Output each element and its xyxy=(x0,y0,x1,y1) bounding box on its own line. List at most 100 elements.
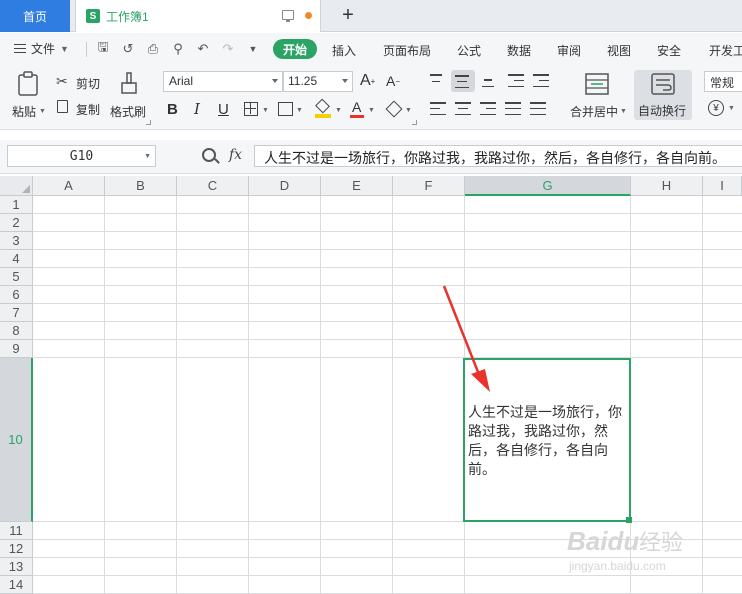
decrease-indent-icon[interactable] xyxy=(508,74,524,87)
chevron-down-icon[interactable]: ▼ xyxy=(335,107,342,114)
merge-center-button[interactable]: 合并居中 ▼ xyxy=(566,71,628,121)
column-header-g[interactable]: G xyxy=(465,176,631,196)
underline-icon[interactable]: U xyxy=(218,100,229,118)
align-middle-button[interactable] xyxy=(451,70,475,92)
cell-style-icon[interactable] xyxy=(278,102,293,116)
print-icon[interactable]: ⎙ xyxy=(145,41,161,57)
eraser-icon[interactable] xyxy=(385,100,403,118)
function-icon[interactable]: fx xyxy=(229,147,242,163)
number-format-select[interactable]: 常规 xyxy=(704,71,742,92)
row-header-1[interactable]: 1 xyxy=(0,196,33,214)
file-menu-button[interactable]: 文件 ▼ xyxy=(14,40,69,57)
chevron-down-icon xyxy=(272,79,278,83)
align-middle-icon xyxy=(455,75,471,88)
tab-view[interactable]: 视图 xyxy=(607,42,631,59)
name-box[interactable]: G10 ▼ xyxy=(7,145,156,167)
font-color-icon[interactable]: A xyxy=(350,99,364,119)
fill-color-icon[interactable] xyxy=(315,98,331,118)
align-left-icon[interactable] xyxy=(430,102,446,115)
chevron-down-icon[interactable]: ▼ xyxy=(262,107,269,114)
align-bottom-icon[interactable] xyxy=(482,74,498,87)
export-icon[interactable]: ↺ xyxy=(120,41,136,57)
align-top-icon[interactable] xyxy=(430,74,446,87)
increase-indent-icon[interactable] xyxy=(533,74,549,87)
row-header-14[interactable]: 14 xyxy=(0,576,33,594)
tab-home[interactable]: 首页 xyxy=(0,0,70,32)
row-header-7[interactable]: 7 xyxy=(0,304,33,322)
row-header-2[interactable]: 2 xyxy=(0,214,33,232)
border-icon[interactable] xyxy=(244,102,258,116)
select-all-corner[interactable] xyxy=(0,176,33,196)
cut-button[interactable]: ✂ 剪切 xyxy=(56,73,104,91)
tab-security[interactable]: 安全 xyxy=(657,42,681,59)
print-preview-icon[interactable]: ⚲ xyxy=(170,41,186,57)
tab-page-layout[interactable]: 页面布局 xyxy=(383,42,431,59)
currency-icon[interactable]: ¥ xyxy=(708,100,724,116)
tab-review[interactable]: 审阅 xyxy=(557,42,581,59)
paste-button[interactable]: 粘贴 ▼ xyxy=(10,71,46,121)
tab-bar: 首页 S 工作簿1 + xyxy=(0,0,742,32)
column-header-b[interactable]: B xyxy=(105,176,177,196)
quick-access-dropdown-icon[interactable]: ▼ xyxy=(245,41,261,57)
decrease-font-icon[interactable]: A − xyxy=(386,72,400,90)
tab-formula[interactable]: 公式 xyxy=(457,42,481,59)
font-group-expander[interactable] xyxy=(412,120,417,125)
column-header-d[interactable]: D xyxy=(249,176,321,196)
formula-input[interactable]: 人生不过是一场旅行，你路过我，我路过你，然后，各自修行，各自向前。 xyxy=(254,145,742,167)
copy-button[interactable]: 复制 xyxy=(56,99,104,117)
formula-bar: G10 ▼ fx 人生不过是一场旅行，你路过我，我路过你，然后，各自修行，各自向… xyxy=(0,140,742,174)
row-header-6[interactable]: 6 xyxy=(0,286,33,304)
column-header-c[interactable]: C xyxy=(177,176,249,196)
save-icon[interactable]: 🖫 xyxy=(95,39,111,57)
chevron-down-icon[interactable]: ▼ xyxy=(405,107,412,114)
increase-font-icon[interactable]: A + xyxy=(360,72,375,90)
distributed-align-icon[interactable] xyxy=(530,102,546,115)
gridline xyxy=(33,249,742,250)
row-header-9[interactable]: 9 xyxy=(0,340,33,358)
row-header-3[interactable]: 3 xyxy=(0,232,33,250)
undo-icon[interactable]: ↶ xyxy=(195,41,211,57)
redo-icon[interactable]: ↷ xyxy=(220,41,236,57)
font-name-select[interactable]: Arial xyxy=(163,71,283,92)
tab-document[interactable]: S 工作簿1 xyxy=(75,0,321,32)
column-header-i[interactable]: I xyxy=(703,176,742,196)
zoom-icon[interactable] xyxy=(202,148,216,162)
justify-icon[interactable] xyxy=(505,102,521,115)
column-header-a[interactable]: A xyxy=(33,176,105,196)
tab-data[interactable]: 数据 xyxy=(507,42,531,59)
row-header-12[interactable]: 12 xyxy=(0,540,33,558)
row-header-10[interactable]: 10 xyxy=(0,358,33,522)
format-painter-button[interactable]: 格式刷 xyxy=(108,71,150,121)
cell-reference: G10 xyxy=(69,148,94,164)
align-right-icon[interactable] xyxy=(480,102,496,115)
clipboard-group-expander[interactable] xyxy=(146,120,151,125)
bold-icon[interactable]: B xyxy=(167,100,178,118)
row-header-5[interactable]: 5 xyxy=(0,268,33,286)
column-header-h[interactable]: H xyxy=(631,176,703,196)
chevron-down-icon: ▼ xyxy=(60,43,69,54)
row-header-11[interactable]: 11 xyxy=(0,522,33,540)
font-size-select[interactable]: 11.25 xyxy=(283,71,353,92)
row-header-13[interactable]: 13 xyxy=(0,558,33,576)
active-cell-g10[interactable]: 人生不过是一场旅行，你路过我，我路过你，然后，各自修行，各自向前。 xyxy=(463,358,631,522)
chevron-down-icon[interactable]: ▼ xyxy=(368,107,375,114)
chevron-down-icon[interactable]: ▼ xyxy=(728,105,735,112)
ribbon: 粘贴 ▼ ✂ 剪切 复制 格式刷 Arial 11.25 A + A − B I U… xyxy=(0,65,742,130)
tab-start[interactable]: 开始 xyxy=(273,39,317,59)
row-header-8[interactable]: 8 xyxy=(0,322,33,340)
gridline xyxy=(33,539,742,540)
row-header-4[interactable]: 4 xyxy=(0,250,33,268)
italic-icon[interactable]: I xyxy=(194,100,200,118)
tab-insert[interactable]: 插入 xyxy=(332,42,356,59)
monitor-icon[interactable] xyxy=(282,10,294,22)
column-header-f[interactable]: F xyxy=(393,176,465,196)
chevron-down-icon xyxy=(342,79,348,83)
align-center-icon[interactable] xyxy=(455,102,471,115)
chevron-down-icon[interactable]: ▼ xyxy=(296,107,303,114)
spreadsheet-grid[interactable]: A B C D E F G H I 1 2 3 4 5 6 7 8 9 10 1… xyxy=(0,176,742,594)
new-tab-button[interactable]: + xyxy=(338,2,358,28)
tab-developer[interactable]: 开发工 xyxy=(709,42,742,59)
column-header-e[interactable]: E xyxy=(321,176,393,196)
fill-handle[interactable] xyxy=(626,517,632,523)
auto-wrap-button[interactable]: 自动换行 xyxy=(634,70,692,120)
